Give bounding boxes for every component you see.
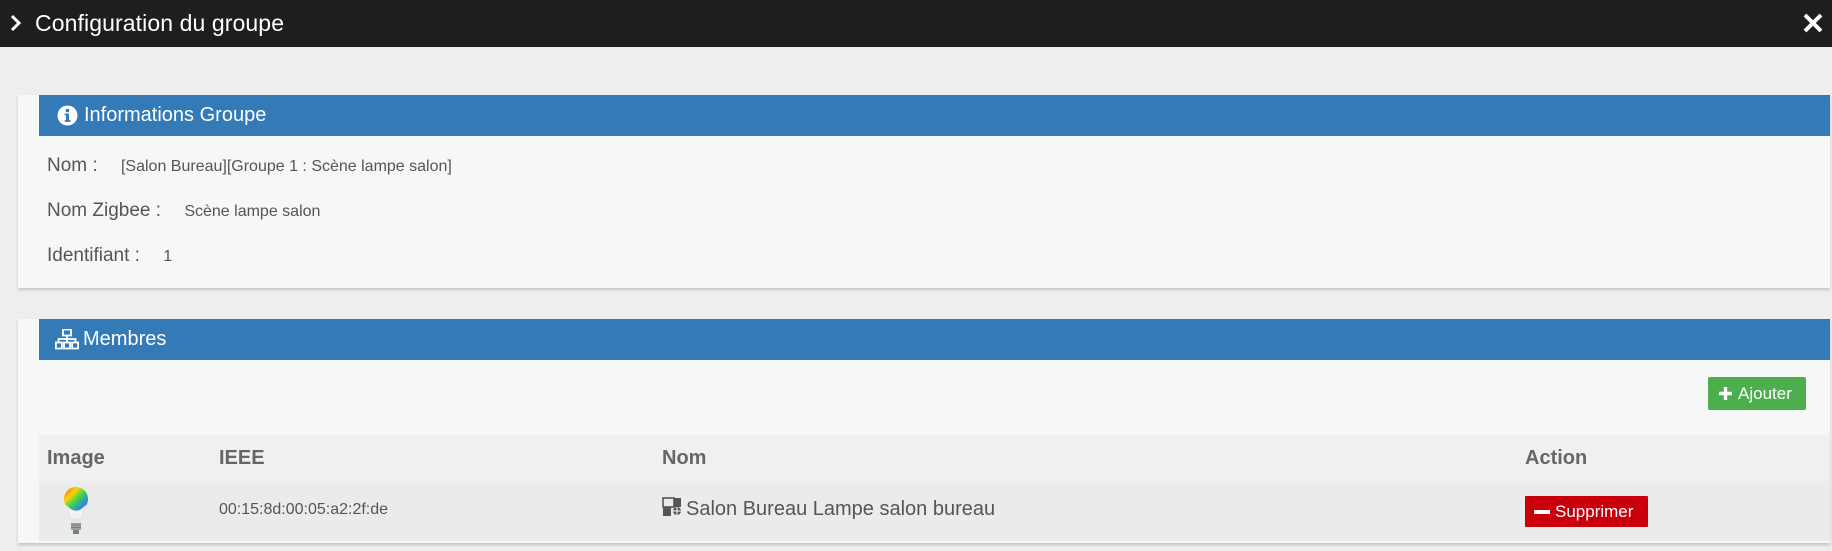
field-nom-zigbee-label: Nom Zigbee : [47, 200, 162, 221]
delete-member-label: Supprimer [1555, 502, 1634, 521]
cell-nom-label: Salon Bureau Lampe salon bureau [686, 498, 996, 520]
column-header-image: Image [47, 447, 105, 469]
field-identifiant: Identifiant : 1 [47, 245, 172, 267]
delete-member-button[interactable]: Supprimer [1525, 496, 1648, 527]
close-icon[interactable] [1802, 12, 1824, 34]
members-table-header: Image IEEE Nom Action [39, 435, 1830, 481]
add-member-label: Ajouter [1738, 384, 1792, 403]
cell-ieee: 00:15:8d:00:05:a2:2f:de [219, 501, 389, 518]
column-header-ieee: IEEE [219, 447, 265, 469]
info-panel: Informations Groupe Nom : [Salon Bureau]… [18, 95, 1830, 288]
info-circle-icon [57, 105, 78, 126]
sitemap-icon [55, 329, 79, 350]
light-bulb-icon [64, 487, 88, 534]
add-member-button[interactable]: Ajouter [1708, 377, 1806, 410]
info-panel-header: Informations Groupe [39, 95, 1830, 136]
modal-titlebar: Configuration du groupe [0, 0, 1832, 47]
modal-title: Configuration du groupe [35, 10, 285, 36]
field-nom-zigbee: Nom Zigbee : Scène lampe salon [47, 200, 320, 222]
members-panel: Membres Ajouter Image IEEE Nom Action 00… [18, 319, 1830, 543]
chevron-right-icon[interactable] [9, 14, 23, 32]
table-row: 00:15:8d:00:05:a2:2f:de Salon Bureau Lam… [39, 481, 1830, 541]
column-header-action: Action [1525, 447, 1588, 469]
info-panel-title: Informations Groupe [84, 104, 267, 126]
members-panel-title: Membres [83, 328, 167, 350]
field-nom: Nom : [Salon Bureau][Groupe 1 : Scène la… [47, 155, 452, 177]
minus-icon [1534, 510, 1550, 514]
cell-nom: Salon Bureau Lampe salon bureau [661, 481, 995, 538]
field-identifiant-label: Identifiant : [47, 245, 140, 266]
equipment-icon [662, 497, 681, 516]
field-nom-zigbee-value: Scène lampe salon [184, 203, 321, 220]
members-panel-header: Membres [39, 319, 1830, 360]
column-header-nom: Nom [662, 447, 707, 469]
field-nom-value: [Salon Bureau][Groupe 1 : Scène lampe sa… [120, 158, 452, 175]
plus-icon [1719, 387, 1732, 400]
field-nom-label: Nom : [47, 155, 98, 176]
field-identifiant-value: 1 [163, 248, 173, 265]
